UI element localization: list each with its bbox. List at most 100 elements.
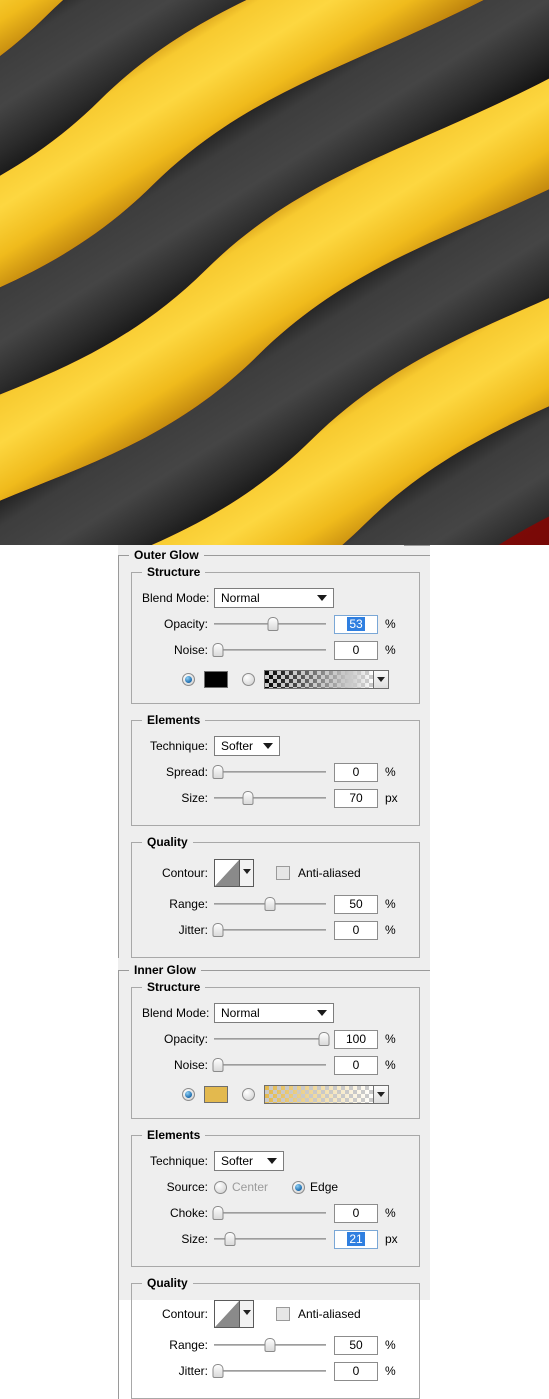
slider-outer-opacity[interactable] <box>214 616 326 632</box>
slider-thumb[interactable] <box>212 765 224 779</box>
row-inner-fill <box>142 1082 409 1106</box>
slider-outer-size[interactable] <box>214 790 326 806</box>
checkbox-inner-antialiased[interactable] <box>276 1307 290 1321</box>
gradient-dropdown-button-inner[interactable] <box>373 1085 388 1103</box>
radio-inner-fill-color[interactable] <box>182 1087 195 1101</box>
gradient-picker-outer[interactable] <box>264 669 389 689</box>
input-inner-range[interactable]: 50 <box>334 1335 378 1355</box>
row-inner-jitter: Jitter: 0 % <box>142 1360 409 1382</box>
row-outer-contour: Contour: Anti-aliased <box>142 857 409 889</box>
label-outer-technique: Technique: <box>149 739 208 753</box>
radio-source-edge[interactable] <box>292 1180 306 1194</box>
slider-outer-noise[interactable] <box>212 642 326 658</box>
row-inner-contour: Contour: Anti-aliased <box>142 1298 409 1330</box>
unit-outer-spread: % <box>385 765 396 779</box>
radio-outer-fill-color[interactable] <box>182 672 195 686</box>
row-inner-blend-mode: Blend Mode: Normal <box>142 1002 409 1024</box>
radio-option-source-edge[interactable]: Edge <box>292 1180 338 1194</box>
value-inner-size: 21 <box>347 1231 365 1246</box>
label-inner-blend-mode: Blend Mode: <box>142 1006 210 1020</box>
slider-thumb[interactable] <box>242 791 254 805</box>
subsection-outer-elements: Elements Technique: Softer Spread: 0 % S… <box>131 713 420 826</box>
slider-thumb[interactable] <box>212 923 224 937</box>
label-source-center: Center <box>232 1180 269 1194</box>
input-outer-opacity[interactable]: 53 <box>334 614 378 634</box>
gradient-preview-outer <box>265 670 373 688</box>
input-inner-opacity[interactable]: 100 <box>334 1029 378 1049</box>
slider-thumb[interactable] <box>212 1058 224 1072</box>
row-inner-noise: Noise: 0 % <box>142 1054 409 1076</box>
label-inner-noise: Noise: <box>173 1058 208 1072</box>
value-inner-blend-mode: Normal <box>221 1006 260 1020</box>
slider-inner-jitter[interactable] <box>212 1363 326 1379</box>
input-inner-size[interactable]: 21 <box>334 1229 378 1249</box>
swatch-outer-glow-color[interactable] <box>204 670 228 688</box>
gradient-picker-inner[interactable] <box>264 1084 389 1104</box>
input-inner-jitter[interactable]: 0 <box>334 1361 378 1381</box>
chevron-down-icon <box>377 1091 385 1097</box>
dropdown-outer-blend-mode[interactable]: Normal <box>214 588 334 608</box>
row-outer-spread: Spread: 0 % <box>142 761 409 783</box>
contour-picker-inner[interactable] <box>214 1300 254 1328</box>
slider-inner-noise[interactable] <box>212 1057 326 1073</box>
radio-outer-fill-gradient[interactable] <box>242 672 255 686</box>
label-inner-size: Size: <box>181 1232 208 1246</box>
input-outer-noise[interactable]: 0 <box>334 640 378 660</box>
contour-dropdown-button-inner[interactable] <box>240 1301 253 1327</box>
dropdown-inner-technique[interactable]: Softer <box>214 1151 284 1171</box>
input-outer-spread[interactable]: 0 <box>334 762 378 782</box>
slider-inner-range[interactable] <box>214 1337 326 1353</box>
chevron-down-icon <box>317 595 327 601</box>
radio-source-center[interactable] <box>214 1180 227 1194</box>
swatch-inner-glow-color[interactable] <box>204 1085 228 1103</box>
input-outer-range[interactable]: 50 <box>334 894 378 914</box>
row-outer-fill <box>142 667 409 691</box>
subsection-title-inner-elements: Elements <box>142 1128 206 1142</box>
unit-inner-jitter: % <box>385 1364 396 1378</box>
value-outer-technique: Softer <box>221 739 254 753</box>
contour-dropdown-button-outer[interactable] <box>240 860 253 886</box>
input-outer-size[interactable]: 70 <box>334 788 378 808</box>
label-outer-noise: Noise: <box>173 643 208 657</box>
slider-thumb[interactable] <box>264 1338 276 1352</box>
slider-outer-range[interactable] <box>214 896 326 912</box>
slider-thumb[interactable] <box>264 897 276 911</box>
chevron-down-icon <box>242 869 251 874</box>
chevron-down-icon <box>242 1310 251 1315</box>
label-source-edge: Edge <box>310 1180 339 1194</box>
subsection-inner-quality: Quality Contour: Anti-aliased Range: 50 … <box>131 1276 420 1399</box>
slider-thumb[interactable] <box>212 1206 224 1220</box>
slider-outer-spread[interactable] <box>212 764 326 780</box>
dropdown-inner-blend-mode[interactable]: Normal <box>214 1003 334 1023</box>
slider-thumb[interactable] <box>212 1364 224 1378</box>
slider-inner-size[interactable] <box>214 1231 326 1247</box>
input-outer-jitter[interactable]: 0 <box>334 920 378 940</box>
checkbox-outer-antialiased[interactable] <box>276 866 290 880</box>
input-inner-noise[interactable]: 0 <box>334 1055 378 1075</box>
layer-style-panel: Outer Glow Structure Blend Mode: Normal … <box>118 545 430 1399</box>
radio-option-source-center[interactable]: Center <box>214 1180 268 1194</box>
artwork-canvas <box>0 0 549 545</box>
label-inner-jitter: Jitter: <box>178 1364 208 1378</box>
chevron-down-icon <box>317 1010 327 1016</box>
dropdown-outer-technique[interactable]: Softer <box>214 736 280 756</box>
row-outer-noise: Noise: 0 % <box>142 639 409 661</box>
slider-thumb[interactable] <box>318 1032 330 1046</box>
slider-thumb[interactable] <box>267 617 279 631</box>
gradient-dropdown-button-outer[interactable] <box>373 670 388 688</box>
unit-inner-range: % <box>385 1338 396 1352</box>
row-inner-technique: Technique: Softer <box>142 1150 409 1172</box>
slider-thumb[interactable] <box>224 1232 236 1246</box>
contour-picker-outer[interactable] <box>214 859 254 887</box>
row-inner-choke: Choke: 0 % <box>142 1202 409 1224</box>
row-outer-blend-mode: Blend Mode: Normal <box>142 587 409 609</box>
row-outer-jitter: Jitter: 0 % <box>142 919 409 941</box>
input-inner-choke[interactable]: 0 <box>334 1203 378 1223</box>
slider-inner-choke[interactable] <box>212 1205 326 1221</box>
label-outer-jitter: Jitter: <box>178 923 208 937</box>
slider-thumb[interactable] <box>212 643 224 657</box>
slider-track <box>214 929 326 931</box>
slider-outer-jitter[interactable] <box>212 922 326 938</box>
radio-inner-fill-gradient[interactable] <box>242 1087 255 1101</box>
slider-inner-opacity[interactable] <box>214 1031 330 1047</box>
